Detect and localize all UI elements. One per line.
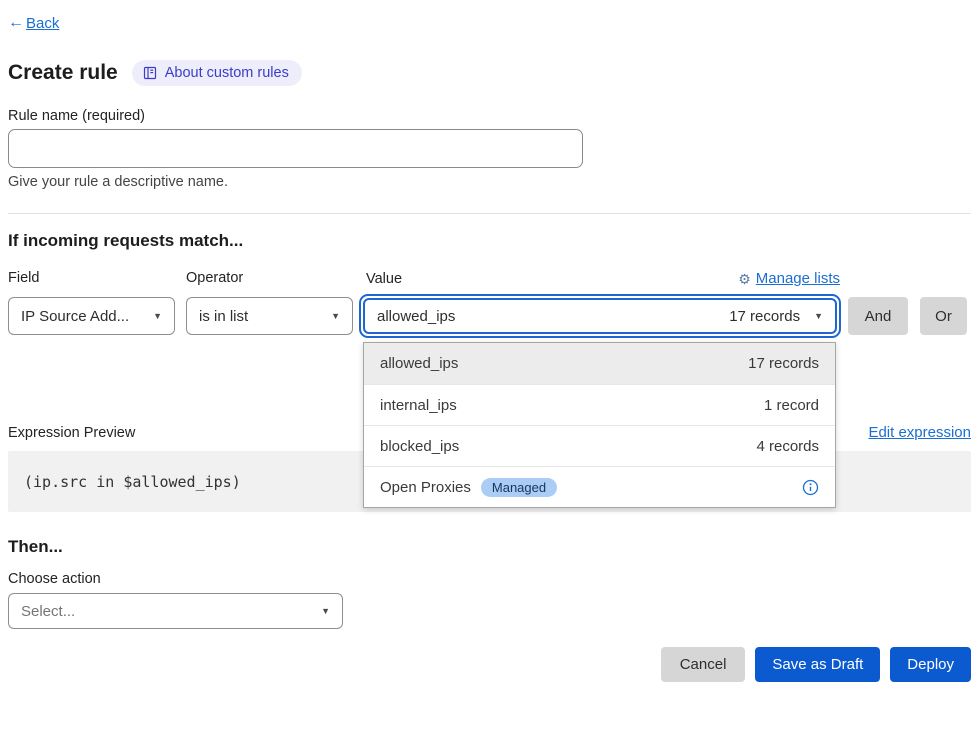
or-button[interactable]: Or [920, 297, 967, 335]
rule-name-input[interactable] [8, 129, 583, 168]
match-heading: If incoming requests match... [8, 231, 971, 251]
expression-code: (ip.src in $allowed_ips) [24, 473, 241, 491]
create-rule-page: ← Back Create rule About custom rules Ru… [0, 0, 979, 739]
value-select[interactable]: allowed_ips 17 records ▼ [363, 298, 837, 334]
list-name: Open Proxies [380, 479, 471, 496]
dropdown-item-internal-ips[interactable]: internal_ips 1 record [364, 384, 835, 425]
value-label: Value [366, 271, 402, 287]
back-link[interactable]: ← Back [8, 14, 59, 32]
match-labels-row: Field Operator Value ⚙ Manage lists [8, 270, 840, 287]
list-record-count: 1 record [764, 397, 819, 414]
dropdown-item-allowed-ips[interactable]: allowed_ips 17 records [364, 343, 835, 384]
dropdown-item-open-proxies[interactable]: Open Proxies Managed [364, 466, 835, 507]
field-label: Field [8, 270, 186, 287]
then-heading: Then... [8, 537, 971, 557]
value-select-record-count: 17 records [729, 308, 800, 325]
managed-badge: Managed [481, 478, 557, 497]
about-badge-label: About custom rules [165, 65, 289, 81]
choose-action-label: Choose action [8, 571, 971, 587]
rule-name-label: Rule name (required) [8, 108, 971, 124]
action-select[interactable]: Select... ▼ [8, 593, 343, 629]
gear-icon: ⚙ [738, 272, 751, 286]
chevron-down-icon: ▼ [814, 312, 823, 321]
info-icon[interactable] [802, 479, 819, 496]
operator-label: Operator [186, 270, 366, 287]
expression-preview-label: Expression Preview [8, 425, 135, 441]
field-select[interactable]: IP Source Add... ▼ [8, 297, 175, 335]
list-record-count: 17 records [748, 355, 819, 372]
value-select-focus-ring: allowed_ips 17 records ▼ [359, 294, 841, 338]
list-name: blocked_ips [380, 438, 459, 455]
section-divider [8, 213, 971, 214]
title-row: Create rule About custom rules [8, 60, 971, 86]
cancel-button[interactable]: Cancel [661, 647, 746, 682]
list-record-count: 4 records [756, 438, 819, 455]
operator-select[interactable]: is in list ▼ [186, 297, 353, 335]
footer-actions: Cancel Save as Draft Deploy [8, 647, 971, 682]
value-dropdown-menu: allowed_ips 17 records internal_ips 1 re… [363, 342, 836, 508]
edit-expression-link[interactable]: Edit expression [868, 424, 971, 441]
action-select-placeholder: Select... [21, 603, 75, 620]
about-custom-rules-link[interactable]: About custom rules [132, 60, 302, 86]
and-button[interactable]: And [848, 297, 908, 335]
chevron-down-icon: ▼ [331, 312, 340, 321]
rule-name-helper: Give your rule a descriptive name. [8, 174, 971, 190]
manage-lists-label: Manage lists [756, 270, 840, 287]
field-select-value: IP Source Add... [21, 308, 129, 325]
book-icon [142, 65, 158, 81]
back-link-label: Back [26, 15, 59, 32]
deploy-button[interactable]: Deploy [890, 647, 971, 682]
manage-lists-link[interactable]: ⚙ Manage lists [738, 270, 840, 287]
chevron-down-icon: ▼ [153, 312, 162, 321]
operator-select-value: is in list [199, 308, 248, 325]
save-as-draft-button[interactable]: Save as Draft [755, 647, 880, 682]
list-name: allowed_ips [380, 355, 458, 372]
value-select-value: allowed_ips [377, 308, 455, 325]
list-name: internal_ips [380, 397, 457, 414]
dropdown-item-blocked-ips[interactable]: blocked_ips 4 records [364, 425, 835, 466]
back-arrow-icon: ← [8, 14, 24, 32]
match-selects-row: IP Source Add... ▼ is in list ▼ allowed_… [8, 294, 971, 338]
page-title: Create rule [8, 61, 118, 85]
chevron-down-icon: ▼ [321, 607, 330, 616]
